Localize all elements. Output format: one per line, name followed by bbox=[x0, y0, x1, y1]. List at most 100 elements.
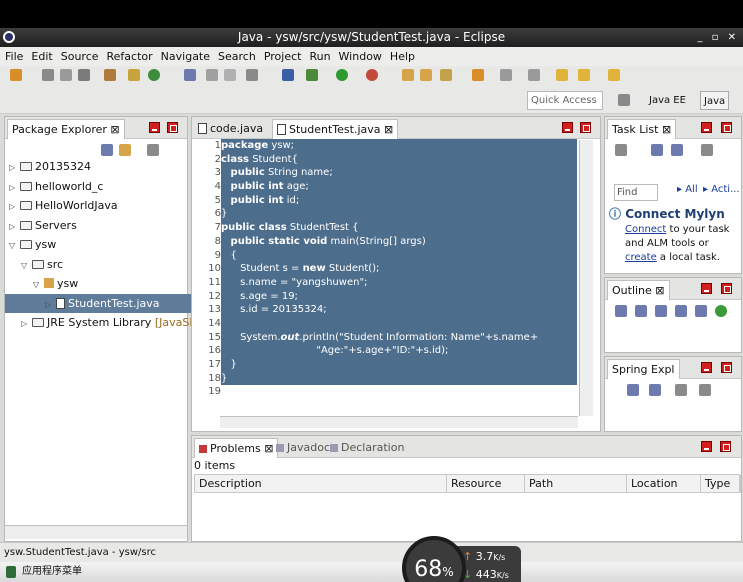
spring-maximize-button[interactable] bbox=[721, 362, 732, 373]
activate-link[interactable]: ▸ Acti... bbox=[703, 184, 740, 195]
skip-breakpoints-icon[interactable] bbox=[282, 69, 294, 81]
quick-access-input[interactable]: Quick Access bbox=[527, 91, 603, 110]
hide-fields-icon[interactable] bbox=[655, 305, 667, 317]
external-tools-icon[interactable] bbox=[366, 69, 378, 81]
app-menu-button[interactable]: 应用程序菜单 bbox=[22, 566, 82, 577]
task-view-menu-icon[interactable] bbox=[701, 144, 713, 156]
tab-package-explorer[interactable]: Package Explorer ⊠ bbox=[7, 119, 125, 139]
tree-item[interactable]: ▷ HelloWorldJava bbox=[5, 196, 191, 215]
wizard-icon[interactable] bbox=[206, 69, 218, 81]
window-controls[interactable]: _ ▫ ✕ bbox=[697, 28, 739, 47]
task-find-input[interactable]: Find bbox=[614, 184, 658, 201]
problems-maximize-button[interactable] bbox=[720, 441, 731, 452]
brush-icon[interactable] bbox=[246, 69, 258, 81]
forward-icon[interactable] bbox=[608, 69, 620, 81]
column-header[interactable]: Type bbox=[701, 475, 741, 493]
tree-item[interactable]: ▽ src bbox=[5, 255, 191, 274]
annotation-icon[interactable] bbox=[500, 69, 512, 81]
column-header[interactable]: Path bbox=[525, 475, 627, 493]
sort-icon[interactable] bbox=[635, 305, 647, 317]
expanded-icon[interactable]: ▽ bbox=[21, 256, 32, 275]
tree-item[interactable]: ▷ JRE System Library [JavaSE-1.7] bbox=[5, 313, 222, 333]
menu-navigate[interactable]: Navigate bbox=[161, 50, 210, 63]
collapse-all-icon[interactable] bbox=[101, 144, 113, 156]
editor-vertical-scrollbar[interactable] bbox=[579, 140, 593, 416]
problems-tab[interactable]: Problems ⊠ bbox=[194, 438, 279, 458]
problems-tab[interactable]: Javadoc bbox=[272, 438, 334, 458]
tree-item[interactable]: ▽ ysw bbox=[5, 274, 191, 293]
last-edit-icon[interactable] bbox=[556, 69, 568, 81]
search-tool-icon[interactable] bbox=[224, 69, 236, 81]
collapsed-icon[interactable]: ▷ bbox=[9, 178, 20, 197]
refresh-icon[interactable] bbox=[148, 69, 160, 81]
debug-icon[interactable] bbox=[306, 69, 318, 81]
outline-collapse-icon[interactable] bbox=[615, 305, 627, 317]
collapsed-icon[interactable]: ▷ bbox=[45, 295, 56, 314]
tab-task-list[interactable]: Task List ⊠ bbox=[607, 119, 677, 139]
minimize-button[interactable] bbox=[149, 122, 160, 133]
editor-maximize-button[interactable] bbox=[580, 122, 591, 133]
task-maximize-button[interactable] bbox=[721, 122, 732, 133]
editor-minimize-button[interactable] bbox=[562, 122, 573, 133]
tree-item[interactable]: ▷ helloworld_c bbox=[5, 177, 191, 196]
hide-nonpublic-icon[interactable] bbox=[695, 305, 707, 317]
save-icon[interactable] bbox=[42, 69, 54, 81]
open-perspective-icon[interactable] bbox=[618, 94, 630, 106]
close-icon[interactable]: ⊠ bbox=[381, 123, 393, 136]
all-link[interactable]: ▸ All bbox=[677, 184, 698, 195]
spring-filter-icon[interactable] bbox=[675, 384, 687, 396]
hide-static-icon[interactable] bbox=[675, 305, 687, 317]
spring-minimize-button[interactable] bbox=[701, 362, 712, 373]
server-icon[interactable] bbox=[128, 69, 140, 81]
open-resource-icon[interactable] bbox=[472, 69, 484, 81]
spring-collapse-icon[interactable] bbox=[627, 384, 639, 396]
expanded-icon[interactable]: ▽ bbox=[33, 275, 44, 294]
editor-tab[interactable]: code.java bbox=[194, 119, 267, 139]
task-icon[interactable] bbox=[440, 69, 452, 81]
menu-edit[interactable]: Edit bbox=[31, 50, 52, 63]
back-icon[interactable] bbox=[578, 69, 590, 81]
task-minimize-button[interactable] bbox=[701, 122, 712, 133]
next-annotation-icon[interactable] bbox=[528, 69, 540, 81]
connect-link[interactable]: Connect bbox=[625, 224, 666, 235]
open-folder-icon[interactable] bbox=[420, 69, 432, 81]
spring-menu-icon[interactable] bbox=[699, 384, 711, 396]
tab-outline[interactable]: Outline ⊠ bbox=[607, 280, 670, 300]
menu-run[interactable]: Run bbox=[309, 50, 330, 63]
view-menu-icon[interactable] bbox=[147, 144, 159, 156]
new-package-icon[interactable] bbox=[402, 69, 414, 81]
new-task-icon[interactable] bbox=[615, 144, 627, 156]
collapsed-icon[interactable]: ▷ bbox=[21, 314, 32, 333]
tree-item[interactable]: ▷ StudentTest.java bbox=[5, 293, 191, 314]
maximize-button[interactable] bbox=[167, 122, 178, 133]
horizontal-scrollbar[interactable] bbox=[5, 525, 187, 539]
categorized-icon[interactable] bbox=[651, 144, 663, 156]
menu-window[interactable]: Window bbox=[339, 50, 382, 63]
menu-help[interactable]: Help bbox=[390, 50, 415, 63]
code-area[interactable]: package ysw; class Student{ public String… bbox=[221, 139, 577, 385]
collapsed-icon[interactable]: ▷ bbox=[9, 197, 20, 216]
menu-source[interactable]: Source bbox=[61, 50, 99, 63]
scheduled-icon[interactable] bbox=[671, 144, 683, 156]
editor-tab[interactable]: StudentTest.java ⊠ bbox=[272, 119, 399, 139]
perspective-java-ee[interactable]: Java EE bbox=[646, 91, 689, 110]
link-editor-icon[interactable] bbox=[119, 144, 131, 156]
run-icon[interactable] bbox=[336, 69, 348, 81]
outline-minimize-button[interactable] bbox=[701, 283, 712, 294]
problems-minimize-button[interactable] bbox=[701, 441, 712, 452]
tree-item[interactable]: ▷ 20135324 bbox=[5, 157, 191, 176]
expanded-icon[interactable]: ▽ bbox=[9, 236, 20, 255]
create-link[interactable]: create bbox=[625, 252, 657, 263]
menu-search[interactable]: Search bbox=[218, 50, 256, 63]
column-header[interactable]: Location bbox=[627, 475, 701, 493]
menu-refactor[interactable]: Refactor bbox=[107, 50, 153, 63]
column-header[interactable]: Resource bbox=[447, 475, 525, 493]
editor-horizontal-scrollbar[interactable] bbox=[220, 416, 578, 428]
tree-item[interactable]: ▷ Servers bbox=[5, 216, 191, 235]
build-icon[interactable] bbox=[104, 69, 116, 81]
new-icon[interactable] bbox=[10, 69, 22, 81]
open-type-icon[interactable] bbox=[184, 69, 196, 81]
menu-file[interactable]: File bbox=[5, 50, 23, 63]
spring-link-icon[interactable] bbox=[649, 384, 661, 396]
problems-tab[interactable]: Declaration bbox=[326, 438, 408, 458]
